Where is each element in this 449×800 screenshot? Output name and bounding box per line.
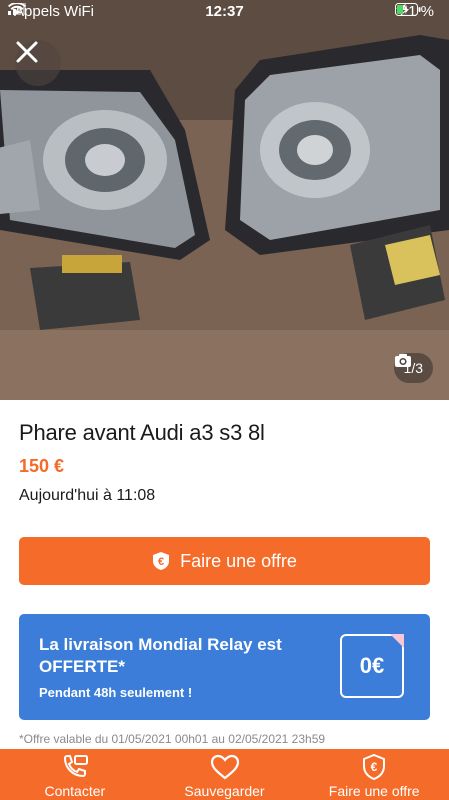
promo-badge: 0€ xyxy=(340,634,404,698)
close-icon xyxy=(16,41,38,63)
shipping-promo-banner[interactable]: La livraison Mondial Relay est OFFERTE* … xyxy=(19,614,430,720)
listing-price: 150 € xyxy=(19,456,65,476)
svg-text:€: € xyxy=(158,556,164,568)
bottom-offer-label: Faire une offre xyxy=(328,783,420,799)
promo-disclaimer: *Offre valable du 01/05/2021 00h01 au 02… xyxy=(19,732,326,746)
bottom-offer-button[interactable]: € Faire une offre xyxy=(299,749,449,800)
save-label: Sauvegarder xyxy=(184,783,265,799)
status-time: 12:37 xyxy=(205,3,244,20)
camera-icon xyxy=(394,354,411,367)
close-button[interactable] xyxy=(15,40,61,86)
shield-euro-icon: € xyxy=(153,552,170,570)
listing-title: Phare avant Audi a3 s3 8l xyxy=(19,420,265,445)
promo-badge-label: 0€ xyxy=(359,653,385,678)
make-offer-label: Faire une offre xyxy=(180,550,297,571)
headlights-image xyxy=(0,0,449,400)
contact-label: Contacter xyxy=(44,783,106,799)
shield-euro-icon: € xyxy=(363,753,386,781)
svg-text:€: € xyxy=(371,760,378,774)
make-offer-button[interactable]: € Faire une offre xyxy=(19,537,430,585)
photo-counter[interactable]: 1/3 xyxy=(393,353,433,383)
heart-icon xyxy=(210,754,239,780)
promo-headline: La livraison Mondial Relay est OFFERTE* xyxy=(39,635,282,676)
listing-photo[interactable]: Appels WiFi 12:37 21 % 1/3 xyxy=(0,0,449,400)
listing-date: Aujourd'hui à 11:08 xyxy=(19,487,156,504)
phone-chat-icon xyxy=(63,755,88,778)
contact-button[interactable]: Contacter xyxy=(0,749,150,800)
bottom-action-bar: Contacter Sauvegarder € Faire une offre xyxy=(0,749,449,800)
status-bar: Appels WiFi 12:37 21 % xyxy=(0,0,449,24)
badge-corner xyxy=(390,634,404,648)
promo-subline: Pendant 48h seulement ! xyxy=(39,685,193,700)
status-right: 21 % xyxy=(394,3,439,20)
save-button[interactable]: Sauvegarder xyxy=(150,749,300,800)
